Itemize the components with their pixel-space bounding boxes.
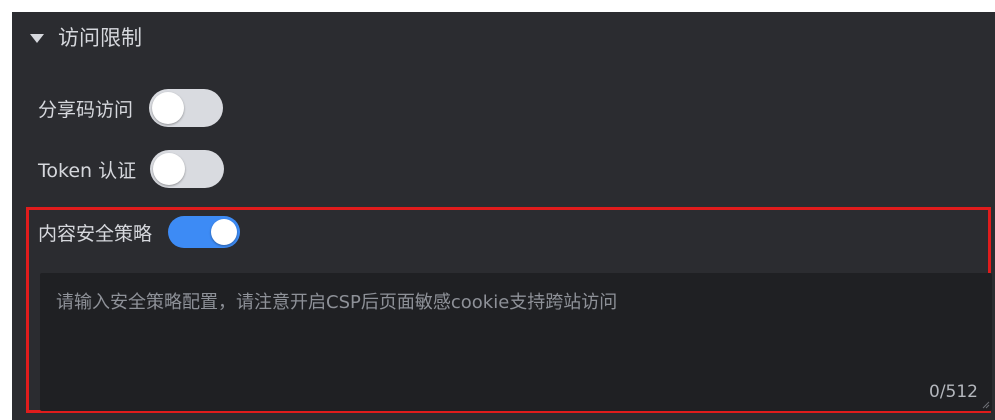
- csp-row: 内容安全策略: [38, 212, 241, 252]
- section-header-access-restriction[interactable]: 访问限制: [30, 22, 142, 52]
- csp-config-textarea[interactable]: 请输入安全策略配置，请注意开启CSP后页面敏感cookie支持跨站访问 0/51…: [40, 273, 992, 411]
- toggle-knob: [153, 153, 186, 185]
- csp-label: 内容安全策略: [38, 222, 153, 245]
- character-counter: 0/512: [929, 382, 978, 402]
- section-title: 访问限制: [58, 26, 142, 50]
- toggle-knob: [152, 92, 185, 124]
- share-code-label: 分享码访问: [38, 98, 134, 121]
- csp-toggle[interactable]: [168, 216, 241, 248]
- token-auth-label: Token 认证: [38, 159, 137, 182]
- share-code-toggle[interactable]: [149, 89, 224, 127]
- csp-textarea-placeholder: 请输入安全策略配置，请注意开启CSP后页面敏感cookie支持跨站访问: [56, 292, 618, 313]
- token-auth-row: Token 认证: [38, 149, 225, 189]
- toggle-knob: [211, 219, 238, 245]
- resize-handle-icon[interactable]: [982, 401, 990, 409]
- share-code-row: 分享码访问: [38, 88, 224, 128]
- token-auth-toggle[interactable]: [150, 150, 225, 188]
- caret-down-icon: [30, 33, 44, 43]
